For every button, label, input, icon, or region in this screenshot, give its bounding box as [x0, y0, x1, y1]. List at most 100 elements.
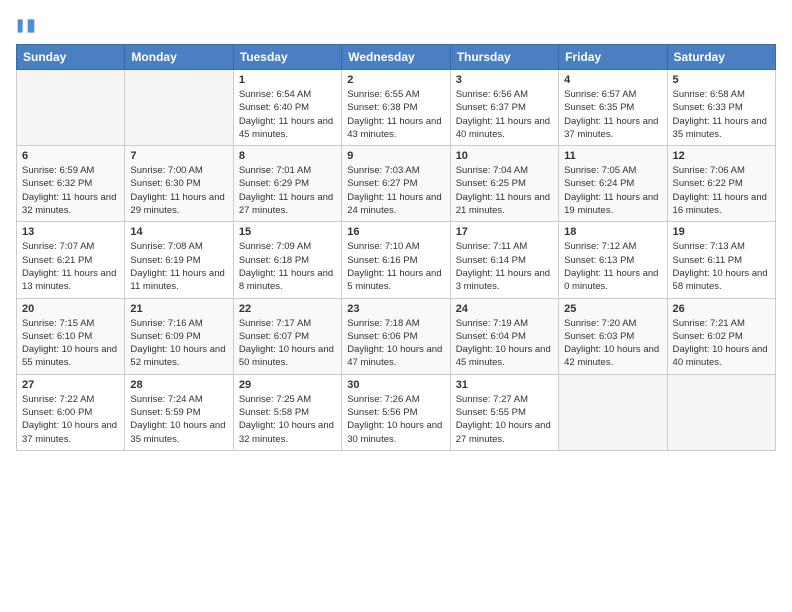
- calendar-cell: 8 Sunrise: 7:01 AMSunset: 6:29 PMDaylight…: [233, 146, 341, 222]
- day-number: 9: [347, 150, 444, 162]
- logo-icon: [16, 16, 36, 36]
- day-number: 27: [22, 379, 119, 391]
- calendar-cell: 5 Sunrise: 6:58 AMSunset: 6:33 PMDaylight…: [667, 70, 775, 146]
- calendar-table: SundayMondayTuesdayWednesdayThursdayFrid…: [16, 44, 776, 451]
- calendar-header-wednesday: Wednesday: [342, 45, 450, 70]
- calendar-header-friday: Friday: [559, 45, 667, 70]
- day-number: 7: [130, 150, 227, 162]
- calendar-week-5: 27 Sunrise: 7:22 AMSunset: 6:00 PMDayligh…: [17, 374, 776, 450]
- day-number: 12: [673, 150, 770, 162]
- day-number: 13: [22, 226, 119, 238]
- day-number: 8: [239, 150, 336, 162]
- day-number: 23: [347, 303, 444, 315]
- day-info: Sunrise: 7:05 AMSunset: 6:24 PMDaylight:…: [564, 164, 661, 217]
- day-info: Sunrise: 6:56 AMSunset: 6:37 PMDaylight:…: [456, 88, 553, 141]
- calendar-cell: 2 Sunrise: 6:55 AMSunset: 6:38 PMDaylight…: [342, 70, 450, 146]
- day-info: Sunrise: 7:00 AMSunset: 6:30 PMDaylight:…: [130, 164, 227, 217]
- day-info: Sunrise: 7:22 AMSunset: 6:00 PMDaylight:…: [22, 393, 119, 446]
- calendar-cell: 20 Sunrise: 7:15 AMSunset: 6:10 PMDayligh…: [17, 298, 125, 374]
- calendar-cell: 25 Sunrise: 7:20 AMSunset: 6:03 PMDayligh…: [559, 298, 667, 374]
- day-number: 14: [130, 226, 227, 238]
- day-info: Sunrise: 7:09 AMSunset: 6:18 PMDaylight:…: [239, 240, 336, 293]
- day-info: Sunrise: 7:11 AMSunset: 6:14 PMDaylight:…: [456, 240, 553, 293]
- day-number: 10: [456, 150, 553, 162]
- calendar-cell: 1Sunrise: 6:54 AMSunset: 6:40 PMDaylight…: [233, 70, 341, 146]
- page-header: [16, 16, 776, 36]
- calendar-header-tuesday: Tuesday: [233, 45, 341, 70]
- calendar-cell: [667, 374, 775, 450]
- calendar-cell: 18 Sunrise: 7:12 AMSunset: 6:13 PMDayligh…: [559, 222, 667, 298]
- calendar-week-1: 1Sunrise: 6:54 AMSunset: 6:40 PMDaylight…: [17, 70, 776, 146]
- calendar-cell: [17, 70, 125, 146]
- calendar-cell: 28 Sunrise: 7:24 AMSunset: 5:59 PMDayligh…: [125, 374, 233, 450]
- calendar-cell: 12 Sunrise: 7:06 AMSunset: 6:22 PMDayligh…: [667, 146, 775, 222]
- day-info: Sunrise: 7:20 AMSunset: 6:03 PMDaylight:…: [564, 317, 661, 370]
- calendar-cell: 9 Sunrise: 7:03 AMSunset: 6:27 PMDaylight…: [342, 146, 450, 222]
- calendar-cell: 10Sunrise: 7:04 AMSunset: 6:25 PMDayligh…: [450, 146, 558, 222]
- day-info: Sunrise: 7:24 AMSunset: 5:59 PMDaylight:…: [130, 393, 227, 446]
- calendar-cell: 14 Sunrise: 7:08 AMSunset: 6:19 PMDayligh…: [125, 222, 233, 298]
- calendar-cell: 27 Sunrise: 7:22 AMSunset: 6:00 PMDayligh…: [17, 374, 125, 450]
- day-info: Sunrise: 7:18 AMSunset: 6:06 PMDaylight:…: [347, 317, 444, 370]
- calendar-cell: 7 Sunrise: 7:00 AMSunset: 6:30 PMDaylight…: [125, 146, 233, 222]
- calendar-cell: 16 Sunrise: 7:10 AMSunset: 6:16 PMDayligh…: [342, 222, 450, 298]
- day-info: Sunrise: 7:26 AMSunset: 5:56 PMDaylight:…: [347, 393, 444, 446]
- calendar-week-4: 20 Sunrise: 7:15 AMSunset: 6:10 PMDayligh…: [17, 298, 776, 374]
- day-info: Sunrise: 7:12 AMSunset: 6:13 PMDaylight:…: [564, 240, 661, 293]
- calendar-cell: 22 Sunrise: 7:17 AMSunset: 6:07 PMDayligh…: [233, 298, 341, 374]
- day-info: Sunrise: 6:58 AMSunset: 6:33 PMDaylight:…: [673, 88, 770, 141]
- calendar-cell: 30 Sunrise: 7:26 AMSunset: 5:56 PMDayligh…: [342, 374, 450, 450]
- day-number: 30: [347, 379, 444, 391]
- day-number: 17: [456, 226, 553, 238]
- day-number: 11: [564, 150, 661, 162]
- day-number: 3: [456, 74, 553, 86]
- day-info: Sunrise: 7:15 AMSunset: 6:10 PMDaylight:…: [22, 317, 119, 370]
- day-info: Sunrise: 7:10 AMSunset: 6:16 PMDaylight:…: [347, 240, 444, 293]
- calendar-cell: 17 Sunrise: 7:11 AMSunset: 6:14 PMDayligh…: [450, 222, 558, 298]
- day-info: Sunrise: 6:54 AMSunset: 6:40 PMDaylight:…: [239, 88, 336, 141]
- day-number: 24: [456, 303, 553, 315]
- day-number: 29: [239, 379, 336, 391]
- day-number: 22: [239, 303, 336, 315]
- day-number: 25: [564, 303, 661, 315]
- day-info: Sunrise: 7:06 AMSunset: 6:22 PMDaylight:…: [673, 164, 770, 217]
- day-number: 26: [673, 303, 770, 315]
- day-info: Sunrise: 7:19 AMSunset: 6:04 PMDaylight:…: [456, 317, 553, 370]
- day-number: 2: [347, 74, 444, 86]
- day-info: Sunrise: 7:21 AMSunset: 6:02 PMDaylight:…: [673, 317, 770, 370]
- day-number: 16: [347, 226, 444, 238]
- day-info: Sunrise: 7:16 AMSunset: 6:09 PMDaylight:…: [130, 317, 227, 370]
- calendar-cell: 23 Sunrise: 7:18 AMSunset: 6:06 PMDayligh…: [342, 298, 450, 374]
- day-info: Sunrise: 7:03 AMSunset: 6:27 PMDaylight:…: [347, 164, 444, 217]
- day-info: Sunrise: 7:13 AMSunset: 6:11 PMDaylight:…: [673, 240, 770, 293]
- calendar-cell: 4 Sunrise: 6:57 AMSunset: 6:35 PMDaylight…: [559, 70, 667, 146]
- calendar-cell: 21 Sunrise: 7:16 AMSunset: 6:09 PMDayligh…: [125, 298, 233, 374]
- day-number: 4: [564, 74, 661, 86]
- day-info: Sunrise: 7:08 AMSunset: 6:19 PMDaylight:…: [130, 240, 227, 293]
- calendar-cell: 31 Sunrise: 7:27 AMSunset: 5:55 PMDayligh…: [450, 374, 558, 450]
- day-number: 6: [22, 150, 119, 162]
- calendar-cell: 26 Sunrise: 7:21 AMSunset: 6:02 PMDayligh…: [667, 298, 775, 374]
- day-info: Sunrise: 7:17 AMSunset: 6:07 PMDaylight:…: [239, 317, 336, 370]
- calendar-cell: 6 Sunrise: 6:59 AMSunset: 6:32 PMDaylight…: [17, 146, 125, 222]
- calendar-cell: 11 Sunrise: 7:05 AMSunset: 6:24 PMDayligh…: [559, 146, 667, 222]
- day-number: 5: [673, 74, 770, 86]
- day-info: Sunrise: 6:59 AMSunset: 6:32 PMDaylight:…: [22, 164, 119, 217]
- day-info: Sunrise: 7:01 AMSunset: 6:29 PMDaylight:…: [239, 164, 336, 217]
- calendar-cell: 29 Sunrise: 7:25 AMSunset: 5:58 PMDayligh…: [233, 374, 341, 450]
- day-info: Sunrise: 7:25 AMSunset: 5:58 PMDaylight:…: [239, 393, 336, 446]
- day-info: Sunrise: 7:27 AMSunset: 5:55 PMDaylight:…: [456, 393, 553, 446]
- day-number: 21: [130, 303, 227, 315]
- day-number: 20: [22, 303, 119, 315]
- day-number: 15: [239, 226, 336, 238]
- day-number: 18: [564, 226, 661, 238]
- day-info: Sunrise: 6:55 AMSunset: 6:38 PMDaylight:…: [347, 88, 444, 141]
- day-info: Sunrise: 7:07 AMSunset: 6:21 PMDaylight:…: [22, 240, 119, 293]
- day-number: 28: [130, 379, 227, 391]
- calendar-cell: 15 Sunrise: 7:09 AMSunset: 6:18 PMDayligh…: [233, 222, 341, 298]
- day-number: 31: [456, 379, 553, 391]
- calendar-week-2: 6 Sunrise: 6:59 AMSunset: 6:32 PMDaylight…: [17, 146, 776, 222]
- day-info: Sunrise: 6:57 AMSunset: 6:35 PMDaylight:…: [564, 88, 661, 141]
- logo: [16, 16, 40, 36]
- calendar-cell: [559, 374, 667, 450]
